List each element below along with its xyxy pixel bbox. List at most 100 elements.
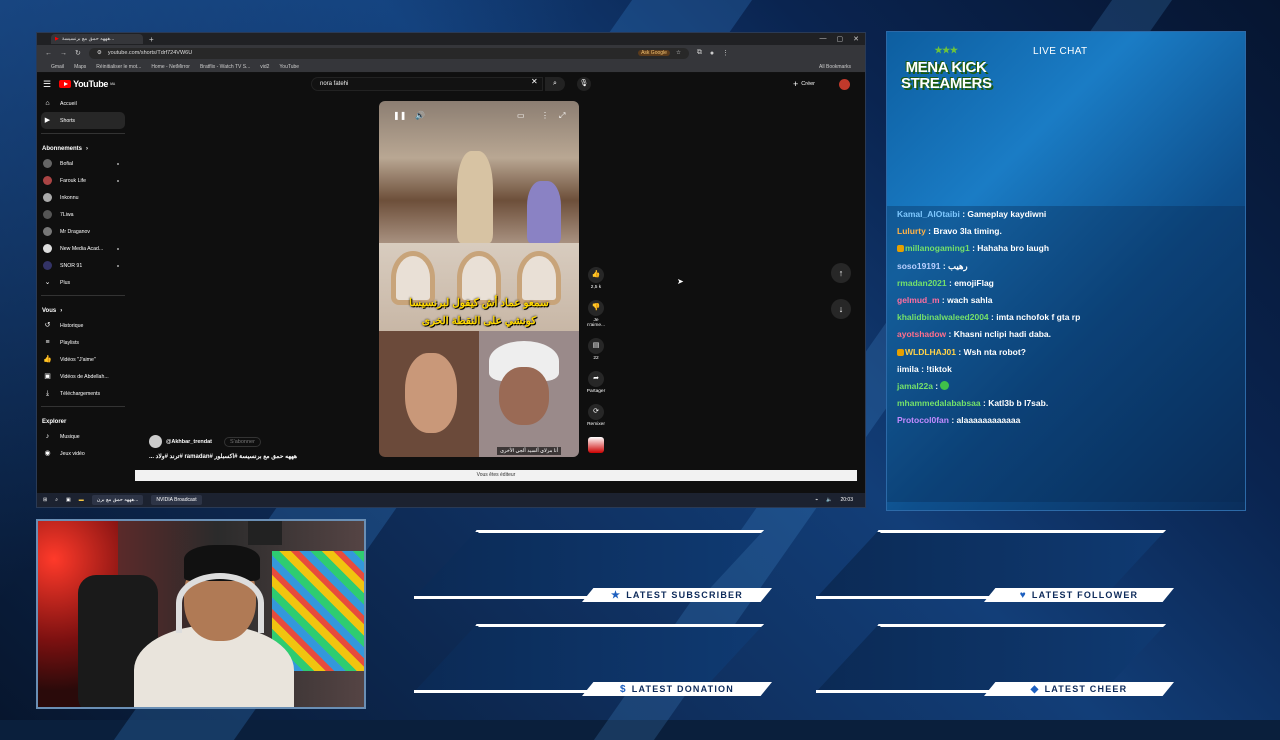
volume-icon[interactable]: 🔊 xyxy=(415,111,425,120)
search-button[interactable]: ⌕ xyxy=(545,77,565,91)
sidebar-item-subscription[interactable]: SNOR 91 xyxy=(37,257,129,274)
volume-icon[interactable]: 🔈 xyxy=(826,497,832,503)
shelf-sign xyxy=(248,521,282,545)
search-input[interactable]: nora fatehi xyxy=(311,77,543,91)
youtube-logo[interactable]: YouTube MA xyxy=(59,79,115,89)
url-field[interactable]: ⚙ youtube.com/shorts/Tdrf724VW6U Ask Googl… xyxy=(88,47,689,59)
short-title[interactable]: هههه حمق مع برنسيسة #اكسبلور #ramadan #ت… xyxy=(149,453,354,460)
new-tab-button[interactable]: + xyxy=(149,35,154,44)
sidebar-item-more[interactable]: ⌄ Plus xyxy=(37,274,129,291)
channel-handle[interactable]: @Akhbar_trendat xyxy=(166,439,212,445)
sidebar-item-subscription[interactable]: Inkonnu xyxy=(37,189,129,206)
extensions-icon[interactable]: ⧉ xyxy=(697,49,702,57)
captions-icon[interactable]: ▭ xyxy=(517,111,525,120)
short-video-player[interactable]: سمعو عماد أش كيقول لبرنسيسا كونشي على ال… xyxy=(379,101,579,457)
sidebar-item-subscription[interactable]: Farouk Life xyxy=(37,172,129,189)
like-button[interactable]: 👍 2,5 k xyxy=(585,267,607,290)
fullscreen-icon[interactable]: ⤢ xyxy=(559,111,565,121)
file-explorer-icon[interactable]: ▬ xyxy=(79,497,84,503)
taskbar-item-nvidia[interactable]: NVIDIA Broadcast xyxy=(151,495,202,505)
chat-username[interactable]: WLDLHAJ01 xyxy=(905,347,956,357)
sidebar-item-subscription[interactable]: 7Liwa xyxy=(37,206,129,223)
mic-icon[interactable]: 🎙 xyxy=(577,77,591,91)
sidebar-item-my-videos[interactable]: ▣ Vidéos de Abdellah... xyxy=(37,368,129,385)
network-icon[interactable]: ⌁ xyxy=(815,497,818,503)
sidebar-item-subscription[interactable]: New Media Acad... xyxy=(37,240,129,257)
subscribe-button[interactable]: S'abonner xyxy=(224,436,261,447)
chat-username[interactable]: khalidbinalwaleed2004 xyxy=(897,312,989,322)
all-bookmarks[interactable]: All Bookmarks xyxy=(819,64,851,70)
download-icon: ⤓ xyxy=(45,390,50,397)
close-icon[interactable]: ✕ xyxy=(853,35,859,43)
clock[interactable]: 20:03 xyxy=(840,497,853,503)
subscriptions-heading[interactable]: Abonnements › xyxy=(37,138,129,155)
sidebar-item-subscription[interactable]: Mr Draganov xyxy=(37,223,129,240)
browser-tab[interactable]: ▶ هههه حمق مع برنسيسة... xyxy=(51,34,143,44)
chat-username[interactable]: rmadan2021 xyxy=(897,278,947,288)
start-icon[interactable]: ⊞ xyxy=(43,497,47,503)
pause-icon[interactable]: ❚❚ xyxy=(393,111,406,120)
minimize-icon[interactable]: — xyxy=(820,35,827,43)
share-button[interactable]: ➦ Partager xyxy=(585,371,607,394)
sidebar-item-home[interactable]: ⌂ Accueil xyxy=(37,95,129,112)
previous-short-button[interactable]: ↑ xyxy=(831,263,851,283)
sidebar-item-gaming[interactable]: ◉ Jeux vidéo xyxy=(37,445,129,462)
hamburger-icon[interactable]: ☰ xyxy=(43,79,51,90)
sidebar-item-liked[interactable]: 👍 Vidéos "J'aime" xyxy=(37,351,129,368)
profile-icon[interactable]: ● xyxy=(710,50,714,57)
reload-icon[interactable]: ↻ xyxy=(75,49,81,57)
site-info-icon[interactable]: ⚙ xyxy=(97,50,102,56)
chat-username[interactable]: soso19191 xyxy=(897,261,940,271)
star-bookmark-icon[interactable]: ☆ xyxy=(676,50,681,56)
sidebar-item-history[interactable]: ↺ Historique xyxy=(37,317,129,334)
bookmark-item[interactable]: Bratflix - Watch TV S... xyxy=(200,64,250,70)
back-icon[interactable]: ← xyxy=(45,50,52,57)
person-figure xyxy=(457,151,493,243)
chat-username[interactable]: gelmud_m xyxy=(897,295,940,305)
sidebar-item-music[interactable]: ♪ Musique xyxy=(37,428,129,445)
chat-message: gelmud_m : wach sahla xyxy=(887,292,1245,309)
bookmark-item[interactable]: Home - NetMirror xyxy=(151,64,190,70)
next-short-button[interactable]: ↓ xyxy=(831,299,851,319)
chat-username[interactable]: Kamal_AlOtaibi xyxy=(897,209,960,219)
sidebar-item-shorts[interactable]: ▶ Shorts xyxy=(41,112,125,129)
taskbar-item-browser[interactable]: هههه حمق مع برن... xyxy=(91,495,144,505)
sidebar-label: Plus xyxy=(60,279,71,286)
chat-username[interactable]: ayotshadow xyxy=(897,329,946,339)
more-options-icon[interactable]: ⋮ xyxy=(541,111,549,120)
create-button[interactable]: + Créer xyxy=(793,79,815,89)
channel-avatar[interactable] xyxy=(149,435,162,448)
you-heading[interactable]: Vous › xyxy=(37,300,129,317)
bookmark-item[interactable]: Réinitialiser le mot... xyxy=(96,64,141,70)
chat-message: Lulurty : Bravo 3la timing. xyxy=(887,223,1245,240)
chat-username[interactable]: mhammedalababsaa xyxy=(897,398,981,408)
bookmark-item[interactable]: YouTube xyxy=(279,64,299,70)
bookmark-item[interactable]: vid2 xyxy=(260,64,269,70)
search-icon[interactable]: ⌕ xyxy=(55,497,58,503)
sidebar-label: Téléchargements xyxy=(60,390,101,397)
bookmark-item[interactable]: Maps xyxy=(74,64,86,70)
account-avatar[interactable] xyxy=(839,79,850,90)
forward-icon[interactable]: → xyxy=(60,50,67,57)
maximize-icon[interactable]: ▢ xyxy=(837,35,844,43)
audio-thumbnail[interactable] xyxy=(588,437,604,453)
ask-google-button[interactable]: Ask Google xyxy=(638,50,670,56)
chat-separator: : xyxy=(946,329,954,340)
task-view-icon[interactable]: ▣ xyxy=(66,497,71,503)
menu-icon[interactable]: ⋮ xyxy=(722,49,729,57)
chat-username[interactable]: jamal22a xyxy=(897,381,933,391)
comment-button[interactable]: ▤ 22 xyxy=(585,338,607,361)
chat-username[interactable]: Protocol0fan xyxy=(897,415,949,425)
sidebar-item-subscription[interactable]: Bofial xyxy=(37,155,129,172)
remix-button[interactable]: ⟳ Remixer xyxy=(585,404,607,427)
latest-subscriber-box: ★ LATEST SUBSCRIBER xyxy=(414,530,772,602)
sidebar-item-downloads[interactable]: ⤓ Téléchargements xyxy=(37,385,129,402)
sidebar-item-playlists[interactable]: ≡ Playlists xyxy=(37,334,129,351)
chat-username[interactable]: iimila xyxy=(897,364,919,374)
youtube-header: ☰ YouTube MA nora fatehi ✕ ⌕ 🎙 + Créer xyxy=(37,73,865,95)
chat-username[interactable]: millanogaming1 xyxy=(905,243,970,253)
chat-username[interactable]: Lulurty xyxy=(897,226,926,236)
bookmark-item[interactable]: Gmail xyxy=(51,64,64,70)
clear-search-icon[interactable]: ✕ xyxy=(531,77,538,86)
dislike-button[interactable]: 👎 Je n'aime... xyxy=(585,300,607,328)
